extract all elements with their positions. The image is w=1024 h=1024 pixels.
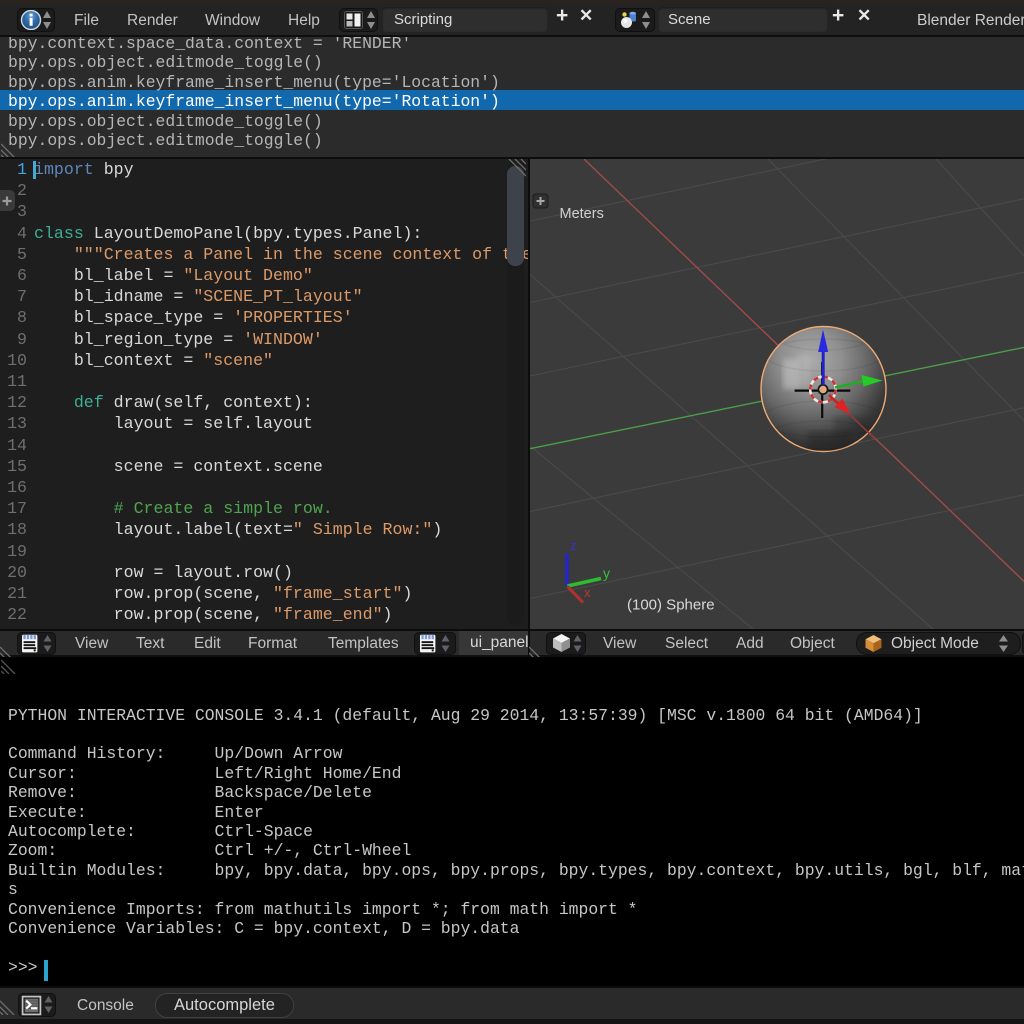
svg-text:(100) Sphere: (100) Sphere bbox=[627, 597, 715, 614]
svg-text:y: y bbox=[603, 565, 610, 581]
svg-text:z: z bbox=[570, 538, 577, 553]
svg-text:Meters: Meters bbox=[560, 206, 604, 222]
svg-text:x: x bbox=[584, 585, 591, 600]
